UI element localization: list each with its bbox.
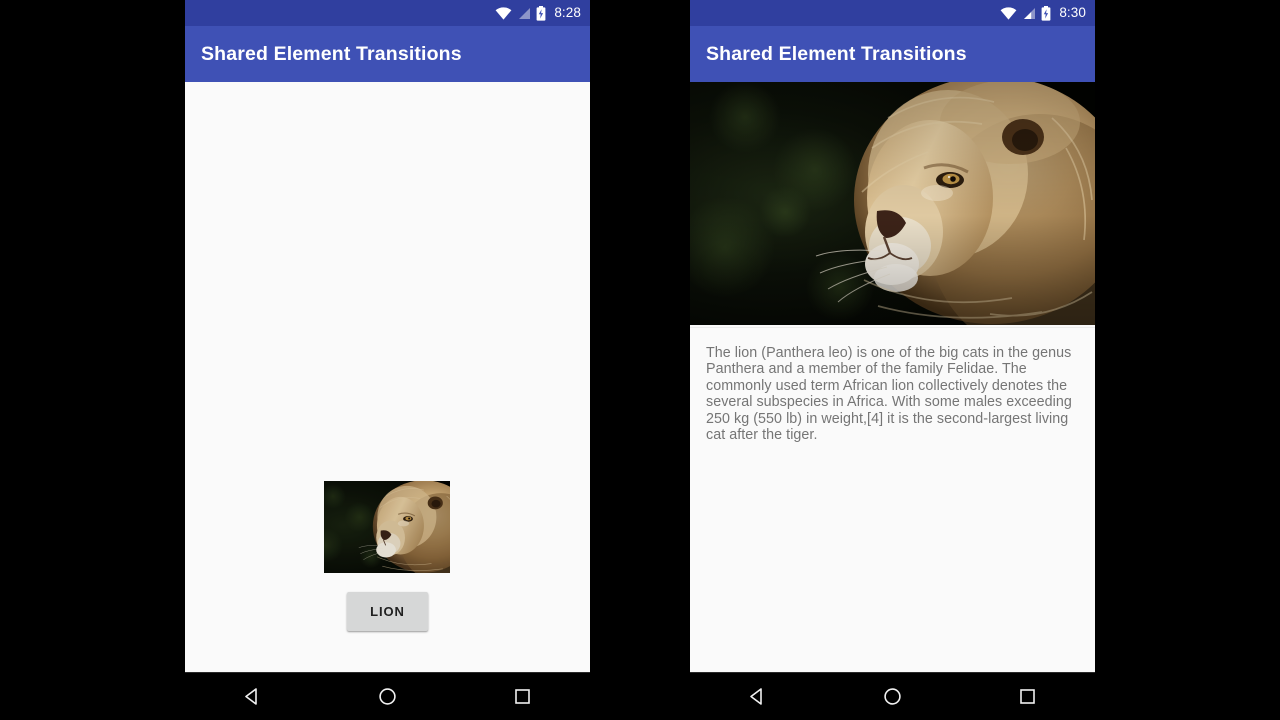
back-button-left[interactable] [213, 673, 293, 720]
status-time-left: 8:28 [554, 5, 581, 21]
wifi-icon [1000, 6, 1017, 20]
app-bar-left: Shared Element Transitions [185, 26, 590, 82]
battery-charging-icon [1041, 5, 1051, 21]
lion-button[interactable]: LION [347, 592, 428, 631]
recents-icon [515, 689, 530, 704]
recents-icon [1020, 689, 1035, 704]
list-content-area: LION [185, 82, 590, 672]
screenshot-stage: 8:28 Shared Element Transitions LION 8:3… [0, 0, 1280, 720]
phone-left-list-screen: 8:28 Shared Element Transitions LION [185, 0, 590, 720]
home-icon [884, 688, 901, 705]
detail-card: The lion (Panthera leo) is one of the bi… [690, 327, 1095, 672]
status-icons-right [1000, 5, 1051, 21]
status-time-right: 8:30 [1059, 5, 1086, 21]
signal-icon [519, 7, 531, 19]
lion-thumbnail-image [324, 481, 450, 573]
app-bar-right: Shared Element Transitions [690, 26, 1095, 82]
home-icon [379, 688, 396, 705]
lion-hero-image[interactable] [690, 82, 1095, 325]
back-icon [750, 688, 762, 705]
signal-icon [1024, 7, 1036, 19]
detail-content-area: The lion (Panthera leo) is one of the bi… [690, 82, 1095, 672]
status-bar-left: 8:28 [185, 0, 590, 26]
status-bar-right: 8:30 [690, 0, 1095, 26]
lion-thumbnail[interactable] [324, 481, 450, 573]
phone-right-detail-screen: 8:30 Shared Element Transitions The lion… [690, 0, 1095, 720]
status-icons-left [495, 5, 546, 21]
wifi-icon [495, 6, 512, 20]
back-icon [245, 688, 257, 705]
lion-description-text: The lion (Panthera leo) is one of the bi… [706, 345, 1072, 444]
recents-button-left[interactable] [483, 673, 563, 720]
app-bar-title-right: Shared Element Transitions [706, 42, 967, 65]
back-button-right[interactable] [718, 673, 798, 720]
home-button-left[interactable] [348, 673, 428, 720]
lion-hero-artwork [690, 82, 1095, 325]
app-bar-title-left: Shared Element Transitions [201, 42, 462, 65]
home-button-right[interactable] [853, 673, 933, 720]
recents-button-right[interactable] [988, 673, 1068, 720]
battery-charging-icon [536, 5, 546, 21]
nav-bar-right [690, 672, 1095, 720]
nav-bar-left [185, 672, 590, 720]
